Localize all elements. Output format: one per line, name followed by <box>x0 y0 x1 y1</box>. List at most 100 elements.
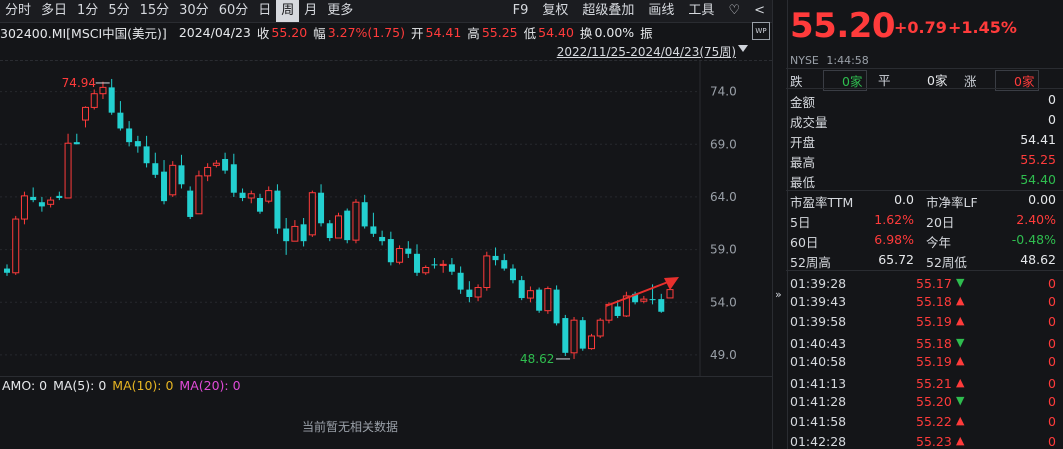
collapse-panel-icon[interactable]: » <box>775 288 782 301</box>
stat-label: 金额 <box>790 95 816 110</box>
tool-button-2[interactable]: 超级叠加 <box>575 0 641 22</box>
candle-body <box>143 146 150 164</box>
valuation-label: 20日 <box>926 215 955 230</box>
candlestick-chart[interactable]: 74.0 69.0 64.0 59.0 54.0 49.0 74.94 48.62 <box>0 60 772 376</box>
tick-price: 55.19 <box>916 314 952 329</box>
period-tab-1[interactable]: 多日 <box>36 0 72 22</box>
candle-body <box>108 87 115 113</box>
valuation-label: 今年 <box>926 235 952 250</box>
weekly-period-icon[interactable]: WP <box>752 22 770 40</box>
period-tab-8[interactable]: 周 <box>276 0 300 22</box>
tool-button-6[interactable]: < <box>747 0 772 22</box>
valuation-label: 52周低 <box>926 255 967 270</box>
period-tab-0[interactable]: 分时 <box>0 0 36 22</box>
tick-row: 01:40:43 55.18 ▼ 0 <box>790 336 1056 351</box>
tick-price: 55.18 <box>916 336 952 351</box>
quote-panel: 55.20 +0.79 +1.45% NYSE 1:44:58 跌 0家 平 0… <box>786 0 1063 449</box>
open-value: 54.41 <box>425 24 462 40</box>
period-tab-4[interactable]: 15分 <box>135 0 175 22</box>
tick-time: 01:39:58 <box>790 314 847 329</box>
stat-label: 成交量 <box>790 115 828 130</box>
candle-body <box>649 299 656 301</box>
tick-price: 55.19 <box>916 354 952 369</box>
valuation-item: 今年 -0.48% <box>926 232 1056 251</box>
candle-body <box>169 164 177 196</box>
no-data-message: 当前暂无相关数据 <box>301 420 398 434</box>
candle-body <box>195 175 203 215</box>
tool-button-0[interactable]: F9 <box>506 0 536 22</box>
candle-body <box>536 289 543 311</box>
tool-button-5[interactable]: ♡ <box>721 0 747 22</box>
y-tick-label: 49.0 <box>710 348 737 362</box>
candle-body <box>422 267 430 274</box>
candle-body <box>370 226 377 234</box>
tick-row: 01:41:28 55.20 ▼ 0 <box>790 394 1056 409</box>
valuation-value: 48.62 <box>1020 252 1056 267</box>
candle-body <box>518 280 525 299</box>
stat-value: 0 <box>1048 92 1056 107</box>
vib-label: 振 <box>640 25 653 41</box>
arrow-down-icon: ▼ <box>956 394 965 407</box>
bar-date: 2024/04/23 <box>178 24 251 40</box>
tick-row: 01:41:58 55.22 ▲ 0 <box>790 414 1056 429</box>
period-tab-6[interactable]: 60分 <box>214 0 254 22</box>
candle-body <box>212 162 220 166</box>
arrow-up-icon: ▲ <box>956 376 965 389</box>
high-label: 高 <box>467 25 480 41</box>
range-dropdown-icon[interactable] <box>738 45 748 52</box>
stat-value: 55.25 <box>1020 152 1056 167</box>
stat-value: 0 <box>1048 112 1056 127</box>
tick-price: 55.22 <box>916 414 952 429</box>
candle-body <box>509 268 516 281</box>
valuation-item: 20日 2.40% <box>926 212 1056 231</box>
period-tab-9[interactable]: 月 <box>299 0 322 22</box>
tick-price: 55.17 <box>916 276 952 291</box>
valuation-item: 52周高 65.72 <box>790 252 914 271</box>
close-label: 收 <box>256 25 270 41</box>
tick-row: 01:39:28 55.17 ▼ 0 <box>790 276 1056 291</box>
candle-body <box>12 218 20 274</box>
tool-button-3[interactable]: 画线 <box>641 0 681 22</box>
date-range-label[interactable]: 2022/11/25-2024/04/23(75周) <box>557 43 736 60</box>
period-tab-10[interactable]: 更多 <box>322 0 358 22</box>
last-price: 55.20 <box>790 6 896 46</box>
tick-price: 55.21 <box>916 376 952 391</box>
arrow-up-icon: ▲ <box>956 434 965 447</box>
candle-body <box>56 195 63 198</box>
candle-body <box>439 263 447 266</box>
valuation-item: 5日 1.62% <box>790 212 914 231</box>
candle-body <box>30 196 37 201</box>
candle-body <box>658 299 665 312</box>
candle-body <box>326 223 333 239</box>
tool-button-1[interactable]: 复权 <box>535 0 575 22</box>
period-tabs: 分时 多日 1分 5分 15分 30分 60分日周月更多 <box>0 0 358 22</box>
candle-body <box>570 319 578 354</box>
period-tab-3[interactable]: 5分 <box>103 0 134 22</box>
period-tab-2[interactable]: 1分 <box>72 0 103 22</box>
turnover-value: 0.00% <box>594 24 635 40</box>
tick-volume: 0 <box>1048 336 1056 351</box>
valuation-value: 2.40% <box>1016 212 1056 227</box>
candle-body <box>230 164 237 193</box>
tick-volume: 0 <box>1048 314 1056 329</box>
candle-body <box>247 193 255 199</box>
candle-body <box>38 202 45 207</box>
tick-time: 01:39:28 <box>790 276 847 291</box>
open-label: 开 <box>410 25 424 41</box>
tick-price: 55.18 <box>916 294 952 309</box>
ma20-label: MA(20): 0 <box>179 377 241 393</box>
candle-body <box>352 201 360 241</box>
candle-body <box>361 202 368 227</box>
period-tab-5[interactable]: 30分 <box>174 0 214 22</box>
tool-button-4[interactable]: 工具 <box>681 0 721 22</box>
period-tab-7[interactable]: 日 <box>253 0 276 22</box>
candle-body <box>152 163 159 175</box>
tick-time: 01:39:43 <box>790 294 847 309</box>
exchange-name: NYSE <box>790 54 819 67</box>
valuation-label: 60日 <box>790 235 819 250</box>
tick-row: 01:41:13 55.21 ▲ 0 <box>790 376 1056 391</box>
arrow-up-icon: ▲ <box>956 314 965 327</box>
valuation-label: 市盈率TTM <box>790 195 854 210</box>
y-tick-label: 74.0 <box>710 85 737 99</box>
candle-body <box>562 318 569 353</box>
